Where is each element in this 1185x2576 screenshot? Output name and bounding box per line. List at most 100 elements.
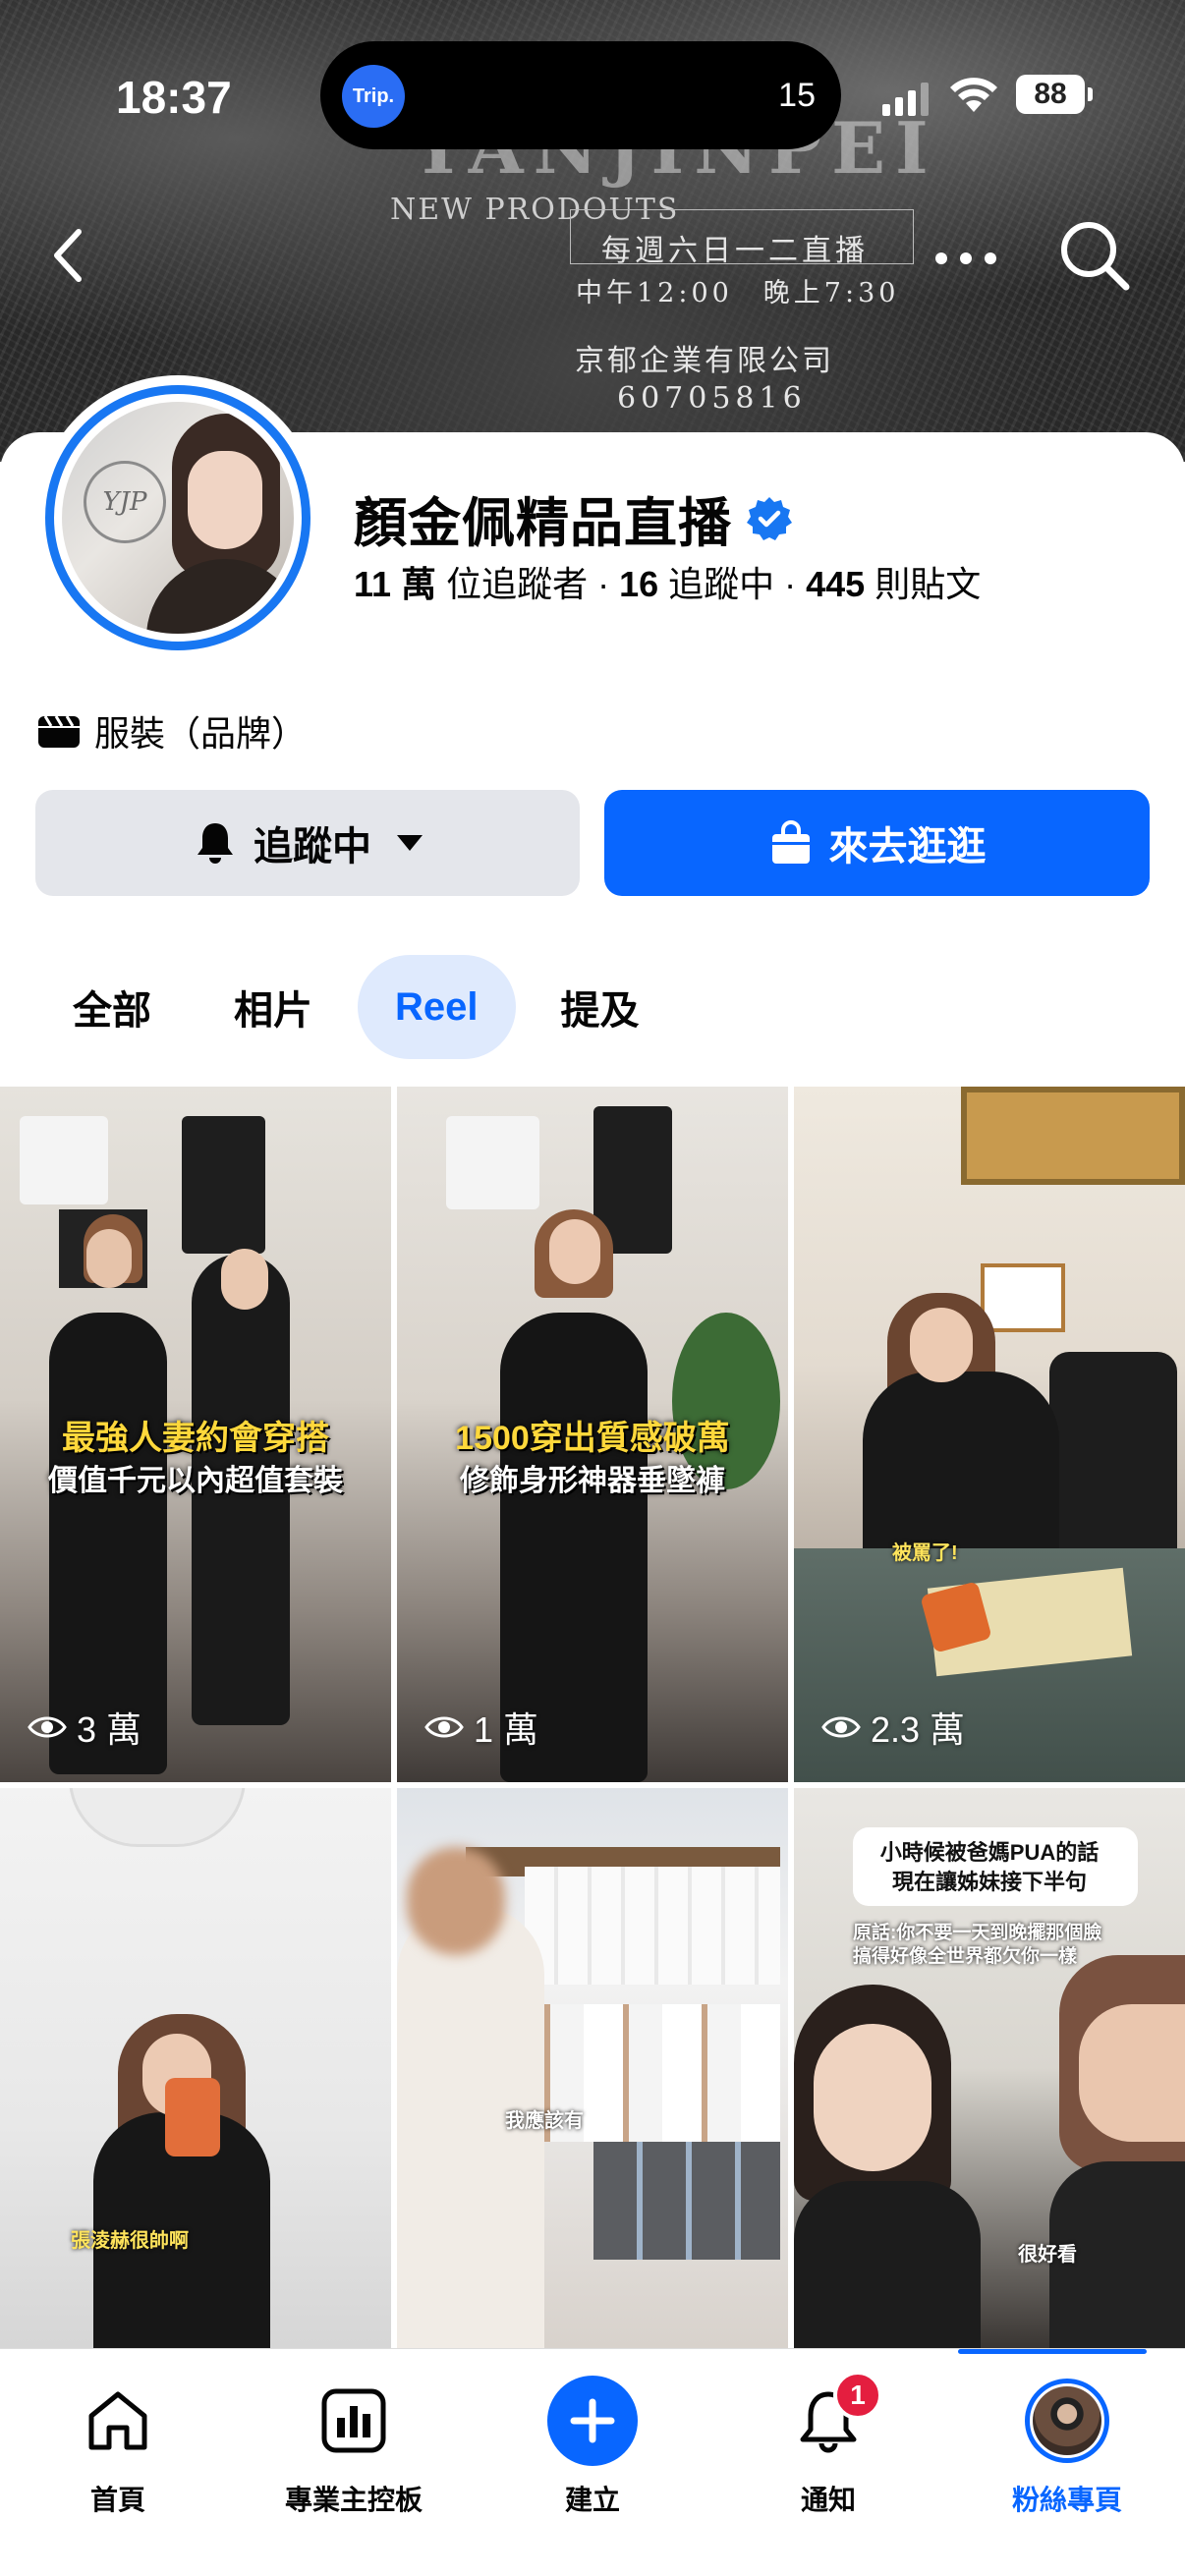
create-button <box>547 2376 638 2466</box>
trip-app-icon: Trip. <box>342 65 405 128</box>
page: YANJINPEI NEW PRODOUTS 每週六日一二直播 中午12:00 … <box>0 0 1185 2576</box>
page-category: 服裝（品牌） <box>37 705 307 756</box>
reel-item[interactable]: 張淩赫很帥啊 <box>0 1788 391 2348</box>
stats-separator: · <box>774 564 807 604</box>
nav-dashboard-label: 專業主控板 <box>284 2485 423 2515</box>
reel-item[interactable]: 小時候被爸媽PUA的話 現在讓姊妹接下半句 原話:你不要一天到晚擺那個臉 搞得好… <box>794 1788 1185 2348</box>
page-title: 顏金佩精品直播 <box>354 494 732 553</box>
home-icon <box>88 2391 147 2450</box>
nav-notifications[interactable]: 1 通知 <box>720 2371 936 2518</box>
cover-schedule: 每週六日一二直播 <box>601 234 869 268</box>
hanging-clothes <box>525 1867 780 1985</box>
reel-views-count: 2.3 萬 <box>871 1709 966 1750</box>
eye-icon <box>424 1716 464 1738</box>
person-face <box>549 1219 600 1284</box>
reel-item[interactable]: 被罵了! 2.3 萬 <box>794 1087 1185 1782</box>
following-label: 追蹤中 <box>658 564 775 604</box>
more-options-icon[interactable] <box>931 244 1000 273</box>
posts-label: 則貼文 <box>865 564 982 604</box>
reel-caption-subtitle: 修飾身形神器垂墜褲 <box>460 1465 725 1497</box>
reel-views: 2.3 萬 <box>821 1702 965 1753</box>
following-button[interactable]: 追蹤中 <box>35 790 580 896</box>
verified-badge-icon <box>747 496 792 540</box>
profile-avatar-icon <box>1025 2379 1109 2463</box>
search-icon[interactable] <box>1057 218 1132 293</box>
nav-professional-dashboard[interactable]: 專業主控板 <box>246 2379 462 2518</box>
wifi-icon <box>950 78 997 112</box>
reel-item[interactable]: 最強人妻約會穿搭 價值千元以內超值套裝 3 萬 <box>0 1087 391 1782</box>
tab-all[interactable]: 全部 <box>35 955 189 1059</box>
clock: 18:37 <box>116 72 232 123</box>
profile-stats[interactable]: 11 萬 位追蹤者 · 16 追蹤中 · 445 則貼文 <box>354 556 981 607</box>
clapperboard-icon <box>38 715 80 748</box>
back-arrow-icon[interactable] <box>47 226 88 285</box>
hanging-dress <box>182 1116 265 1254</box>
reel-caption-title: 最強人妻約會穿搭 <box>62 1420 329 1457</box>
person-face <box>1079 2004 1185 2142</box>
person-face <box>910 1308 973 1382</box>
tab-mentions[interactable]: 提及 <box>524 955 677 1059</box>
plus-icon <box>570 2398 615 2443</box>
reel-caption-small: 原話:你不要一天到晚擺那個臉 <box>853 1923 1102 1943</box>
hanging-shirt <box>20 1116 108 1204</box>
island-number: 15 <box>778 77 816 114</box>
dashboard-icon <box>321 2388 386 2453</box>
person-figure <box>794 2181 981 2348</box>
nav-fan-page[interactable]: 粉絲專頁 <box>959 2379 1175 2518</box>
cover-times: 中午12:00 晚上7:30 <box>576 278 900 308</box>
profile-avatar[interactable]: YJP <box>35 375 320 660</box>
nav-home[interactable]: 首頁 <box>10 2379 226 2518</box>
status-bar: 18:37 Trip. 15 88 <box>0 0 1185 196</box>
eye-icon <box>821 1716 861 1738</box>
person-face <box>86 1229 132 1288</box>
reels-grid: 最強人妻約會穿搭 價值千元以內超值套裝 3 萬 1500穿出質感破萬 修飾身形神… <box>0 1087 1185 2348</box>
reel-views: 1 萬 <box>424 1702 538 1753</box>
nav-fan-page-label: 粉絲專頁 <box>1011 2485 1122 2515</box>
tab-reels[interactable]: Reel <box>358 955 516 1059</box>
reel-views: 3 萬 <box>28 1702 141 1753</box>
certificate-frame <box>981 1263 1065 1332</box>
reel-caption-small: 很好看 <box>1018 2244 1077 2266</box>
reel-caption-small: 被罵了! <box>892 1542 958 1564</box>
caret-down-icon <box>397 835 423 851</box>
reel-item[interactable]: 1500穿出質感破萬 修飾身形神器垂墜褲 1 萬 <box>397 1087 788 1782</box>
posts-count: 445 <box>806 564 866 604</box>
followers-count: 11 萬 <box>354 564 437 604</box>
eye-icon <box>28 1716 67 1738</box>
reel-views-count: 3 萬 <box>77 1709 142 1750</box>
phone-in-hand <box>165 2078 220 2156</box>
shop-button[interactable]: 來去逛逛 <box>604 790 1150 896</box>
avatar-logo: YJP <box>84 461 166 543</box>
nav-home-label: 首頁 <box>89 2485 145 2515</box>
bottom-navigation: 首頁 專業主控板 建立 1 通知 粉絲專頁 <box>0 2348 1185 2576</box>
nav-create-label: 建立 <box>564 2485 620 2515</box>
reel-caption-small: 我應該有 <box>505 2110 584 2132</box>
reel-item[interactable]: 我應該有 <box>397 1788 788 2348</box>
reel-caption-subtitle: 價值千元以內超值套裝 <box>48 1465 343 1497</box>
following-count: 16 <box>619 564 659 604</box>
reel-views-count: 1 萬 <box>474 1709 539 1750</box>
following-button-label: 追蹤中 <box>254 825 371 868</box>
blurred-face <box>407 1847 505 1955</box>
dynamic-island[interactable]: Trip. 15 <box>320 41 841 149</box>
content-tabs: 全部 相片 Reel 提及 <box>35 955 685 1059</box>
wall-frame <box>961 1087 1185 1185</box>
cover-company: 京郁企業有限公司 <box>575 344 834 378</box>
reel-caption-title: 小時候被爸媽PUA的話 <box>879 1840 1100 1865</box>
reel-caption-title: 1500穿出質感破萬 <box>455 1420 730 1457</box>
notification-badge: 1 <box>833 2371 882 2420</box>
person-face <box>814 2024 931 2171</box>
reel-caption-small: 搞得好像全世界都欠你一樣 <box>853 1946 1078 1967</box>
hanging-denim <box>593 2142 780 2260</box>
stats-separator: · <box>588 564 620 604</box>
nav-create[interactable]: 建立 <box>484 2376 701 2518</box>
battery-icon: 88 <box>1016 75 1093 114</box>
bell-icon <box>198 823 233 864</box>
followers-label: 位追蹤者 <box>436 564 589 604</box>
cellular-signal-icon <box>882 83 929 116</box>
tab-photos[interactable]: 相片 <box>197 955 350 1059</box>
avatar-image: YJP <box>62 402 294 634</box>
story-ring: YJP <box>45 385 310 650</box>
page-title-row: 顏金佩精品直播 <box>354 479 793 557</box>
hanging-shirt <box>446 1116 539 1209</box>
